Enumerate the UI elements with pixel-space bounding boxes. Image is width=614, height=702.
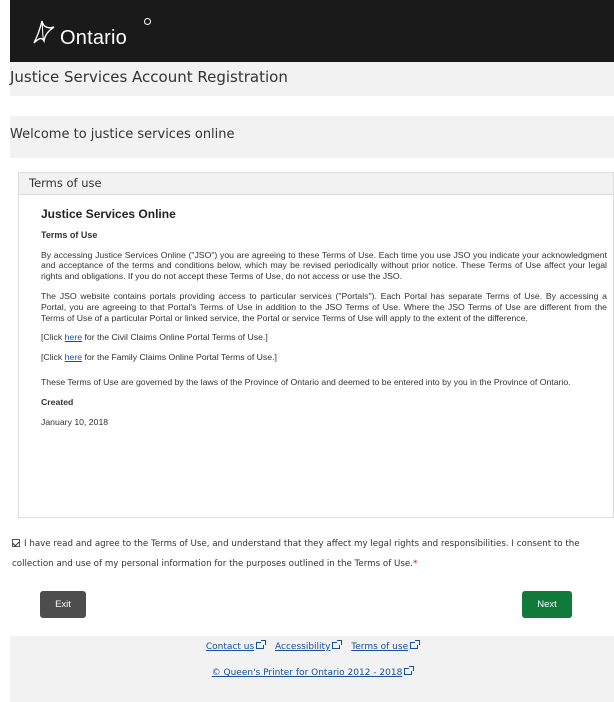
- next-button[interactable]: Next: [522, 591, 572, 618]
- ontario-logo[interactable]: Ontario: [30, 14, 151, 50]
- copyright: © Queen's Printer for Ontario 2012 - 201…: [10, 666, 614, 678]
- external-link-icon: [256, 640, 267, 649]
- civil-prefix: [Click: [41, 332, 65, 343]
- terms-doc-subtitle: Terms of Use: [41, 229, 98, 240]
- required-marker: *: [413, 559, 418, 569]
- welcome-heading: Welcome to justice services online: [10, 127, 235, 142]
- created-date: January 10, 2018: [41, 416, 109, 427]
- family-suffix: for the Family Claims Online Portal Term…: [82, 352, 277, 363]
- footer-links: Contact us Accessibility Terms of use: [10, 640, 614, 652]
- family-prefix: [Click: [41, 352, 65, 363]
- terms-paragraph-3: These Terms of Use are governed by the l…: [41, 376, 571, 387]
- copyright-label: © Queen's Printer for Ontario 2012 - 201…: [211, 668, 403, 678]
- page-title: Justice Services Account Registration: [10, 68, 288, 86]
- terms-of-use-link[interactable]: Terms of use: [351, 640, 421, 652]
- exit-button[interactable]: Exit: [40, 591, 86, 618]
- terms-panel-header: Terms of use: [19, 173, 613, 195]
- terms-agreement: I have read and agree to the Terms of Us…: [12, 534, 612, 574]
- trademark-icon: [144, 18, 151, 25]
- terms-paragraph-2: The JSO website contains portals providi…: [41, 290, 607, 323]
- site-header: Ontario: [10, 0, 614, 62]
- ontario-trillium-icon: [33, 20, 55, 44]
- site-footer: Contact us Accessibility Terms of use © …: [10, 636, 614, 702]
- copyright-link[interactable]: © Queen's Printer for Ontario 2012 - 201…: [211, 666, 415, 678]
- terms-of-use-label: Terms of use: [351, 642, 409, 652]
- external-link-icon: [404, 666, 415, 675]
- accessibility-link[interactable]: Accessibility: [275, 640, 343, 652]
- logo-wordmark: Ontario: [60, 26, 127, 49]
- agree-checkbox[interactable]: [12, 539, 20, 547]
- civil-claims-line: [Click here for the Civil Claims Online …: [41, 332, 607, 343]
- civil-claims-terms-link[interactable]: here: [65, 332, 82, 342]
- contact-us-label: Contact us: [205, 642, 255, 652]
- contact-us-link[interactable]: Contact us: [205, 640, 267, 652]
- family-claims-line: [Click here for the Family Claims Online…: [41, 352, 607, 363]
- welcome-band: Welcome to justice services online: [10, 116, 614, 158]
- terms-content[interactable]: Justice Services Online Terms of Use By …: [41, 207, 607, 427]
- agreement-text: I have read and agree to the Terms of Us…: [12, 539, 580, 569]
- terms-panel: Terms of use Justice Services Online Ter…: [18, 172, 614, 518]
- terms-doc-title: Justice Services Online: [41, 207, 176, 221]
- terms-paragraph-1: By accessing Justice Services Online ("J…: [41, 249, 607, 282]
- accessibility-label: Accessibility: [275, 642, 331, 652]
- created-label: Created: [41, 396, 74, 407]
- external-link-icon: [332, 640, 343, 649]
- external-link-icon: [410, 640, 421, 649]
- civil-suffix: for the Civil Claims Online Portal Terms…: [82, 332, 268, 343]
- family-claims-terms-link[interactable]: here: [65, 352, 82, 362]
- app-title-band: Justice Services Account Registration: [10, 62, 614, 96]
